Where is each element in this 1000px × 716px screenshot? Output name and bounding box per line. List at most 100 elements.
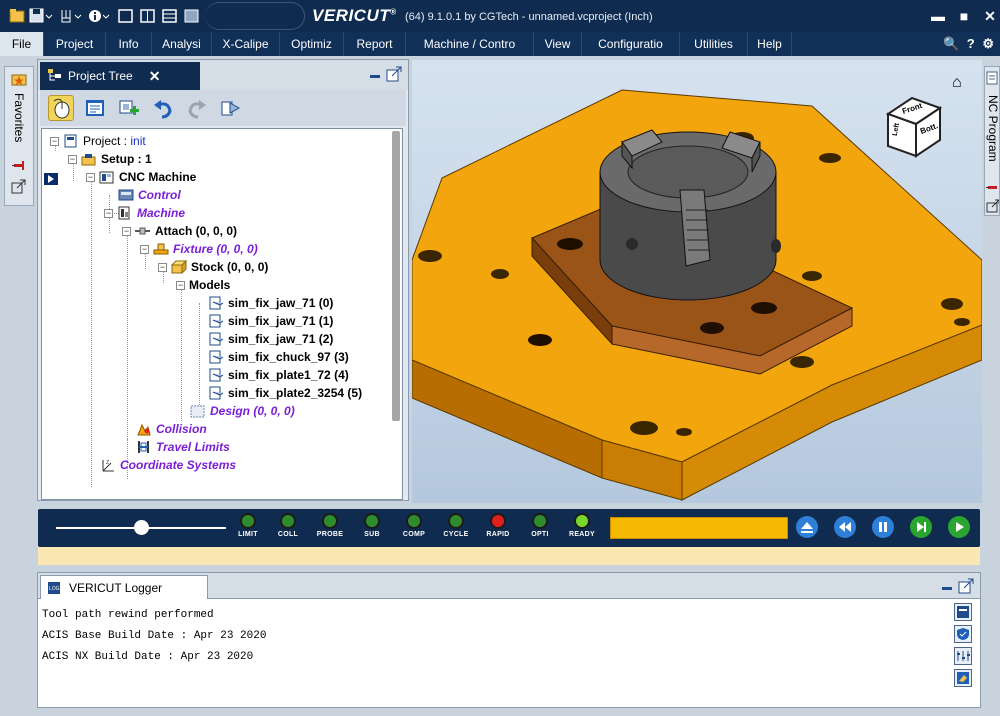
- maximize-button[interactable]: ■: [954, 6, 974, 26]
- menu-x-caliper[interactable]: X-Calipe: [212, 32, 280, 56]
- stock-icon: [171, 260, 187, 274]
- undock-panel-icon[interactable]: [958, 578, 974, 594]
- split-horizontal-icon[interactable]: [162, 7, 178, 25]
- play-button[interactable]: [948, 516, 970, 538]
- models-label: Models: [189, 278, 231, 292]
- info-icon[interactable]: [88, 7, 112, 25]
- tree-node-control[interactable]: Control: [118, 186, 181, 204]
- led-sub[interactable]: SUB: [352, 513, 392, 545]
- speed-slider-knob[interactable]: [133, 520, 149, 535]
- pin-icon[interactable]: [986, 181, 1000, 195]
- led-opti[interactable]: OPTI: [520, 513, 560, 545]
- step-button[interactable]: [910, 516, 932, 538]
- tree-node-fixture[interactable]: − Fixture (0, 0, 0): [140, 240, 258, 258]
- menu-project[interactable]: Project: [44, 32, 106, 56]
- menu-utilities[interactable]: Utilities: [680, 32, 748, 56]
- tree-node-model[interactable]: sim_fix_jaw_71 (0): [208, 294, 333, 312]
- tree-node-model[interactable]: sim_fix_plate2_3254 (5): [208, 384, 362, 402]
- pause-button[interactable]: [872, 516, 894, 538]
- tree-node-cnc-machine[interactable]: − CNC Machine: [86, 168, 196, 186]
- menu-report[interactable]: Report: [344, 32, 406, 56]
- filter-button[interactable]: [954, 647, 972, 665]
- undo-button[interactable]: [150, 95, 176, 121]
- close-button[interactable]: ✕: [980, 6, 1000, 26]
- rewind-model-button[interactable]: [796, 516, 818, 538]
- model-icon: [209, 332, 224, 346]
- undock-icon[interactable]: [11, 179, 27, 195]
- collapse-toggle[interactable]: −: [68, 154, 77, 164]
- collapse-toggle[interactable]: −: [158, 262, 167, 272]
- search-help-settings-icons[interactable]: 🔍 ? ⚙: [943, 36, 996, 52]
- nc-program-side-tab[interactable]: NC Program: [984, 66, 1000, 216]
- minimize-panel-icon[interactable]: [940, 578, 954, 592]
- tree-node-attach[interactable]: − Attach (0, 0, 0): [122, 222, 237, 240]
- layout-icon[interactable]: [184, 7, 200, 25]
- collapse-toggle[interactable]: −: [104, 208, 113, 218]
- menu-analysis[interactable]: Analysi: [152, 32, 212, 56]
- log-file-button[interactable]: [954, 603, 972, 621]
- favorites-side-tab[interactable]: Favorites: [4, 66, 34, 206]
- add-component-button[interactable]: [116, 95, 142, 121]
- collapse-toggle[interactable]: −: [140, 244, 149, 254]
- save-project-icon[interactable]: [28, 7, 54, 25]
- pin-icon[interactable]: [12, 159, 26, 173]
- eraser-icon: [957, 672, 969, 684]
- led-rapid[interactable]: RAPID: [478, 513, 518, 545]
- led-probe[interactable]: PROBE: [310, 513, 350, 545]
- tree-node-machine[interactable]: − Machine: [104, 204, 185, 222]
- tree-node-stock[interactable]: − Stock (0, 0, 0): [158, 258, 268, 276]
- collapse-toggle[interactable]: −: [122, 226, 131, 236]
- redo-button[interactable]: [184, 95, 210, 121]
- logger-tab[interactable]: LOG VERICUT Logger: [40, 575, 208, 599]
- menu-optimize[interactable]: Optimiz: [280, 32, 344, 56]
- collapse-toggle[interactable]: −: [86, 172, 95, 182]
- tree-node-models[interactable]: − Models: [176, 276, 230, 294]
- minimize-button[interactable]: ▬: [928, 6, 948, 26]
- tree-node-travel-limits[interactable]: Travel Limits: [136, 438, 230, 456]
- tree-node-coordinate-systems[interactable]: Z Coordinate Systems: [100, 456, 236, 474]
- clear-log-button[interactable]: [954, 669, 972, 687]
- menu-configuration[interactable]: Configuratio: [582, 32, 680, 56]
- menu-file[interactable]: File: [0, 32, 44, 56]
- 3d-graphics-view[interactable]: Front Bott. Left ⌂: [412, 60, 982, 503]
- model-label: sim_fix_jaw_71 (2): [228, 332, 334, 346]
- new-project-icon[interactable]: [8, 7, 26, 25]
- tree-node-model[interactable]: sim_fix_chuck_97 (3): [208, 348, 349, 366]
- tree-node-collision[interactable]: Collision: [136, 420, 207, 438]
- tree-node-project[interactable]: − Project : init: [50, 132, 146, 150]
- tree-node-setup[interactable]: − Setup : 1: [68, 150, 152, 168]
- split-vertical-icon[interactable]: [140, 7, 156, 25]
- single-view-icon[interactable]: [118, 7, 134, 25]
- minimize-panel-icon[interactable]: [368, 66, 382, 80]
- properties-button[interactable]: [82, 95, 108, 121]
- menu-help[interactable]: Help: [748, 32, 792, 56]
- collapse-toggle[interactable]: −: [50, 136, 59, 146]
- undock-icon[interactable]: [986, 199, 1000, 213]
- shield-button[interactable]: [954, 625, 972, 643]
- tree-scrollbar[interactable]: [392, 131, 400, 421]
- rewind-button[interactable]: [834, 516, 856, 538]
- machine-icon: [118, 206, 130, 220]
- view-cube[interactable]: Front Bott. Left: [882, 94, 944, 158]
- led-cycle[interactable]: CYCLE: [436, 513, 476, 545]
- led-limit[interactable]: LIMIT: [228, 513, 268, 545]
- menu-machine-control[interactable]: Machine / Contro: [406, 32, 534, 56]
- tree-node-model[interactable]: sim_fix_plate1_72 (4): [208, 366, 349, 384]
- project-tree-close-icon[interactable]: ✕: [149, 68, 161, 85]
- tree-node-design[interactable]: Design (0, 0, 0): [190, 402, 295, 420]
- led-coll[interactable]: COLL: [268, 513, 308, 545]
- home-view-icon[interactable]: ⌂: [952, 74, 962, 92]
- menu-view[interactable]: View: [534, 32, 582, 56]
- led-ready[interactable]: READY: [562, 513, 602, 545]
- undock-panel-icon[interactable]: [386, 66, 402, 82]
- tree-node-model[interactable]: sim_fix_jaw_71 (1): [208, 312, 333, 330]
- collapse-toggle[interactable]: −: [176, 280, 185, 290]
- tool-icon[interactable]: [58, 7, 84, 25]
- tree-node-model[interactable]: sim_fix_jaw_71 (2): [208, 330, 333, 348]
- travel-limits-icon: [138, 441, 149, 453]
- export-button[interactable]: [218, 95, 244, 121]
- led-comp[interactable]: COMP: [394, 513, 434, 545]
- select-mode-button[interactable]: [48, 95, 74, 121]
- menu-info[interactable]: Info: [106, 32, 152, 56]
- project-tree-tab[interactable]: Project Tree ✕: [40, 62, 200, 90]
